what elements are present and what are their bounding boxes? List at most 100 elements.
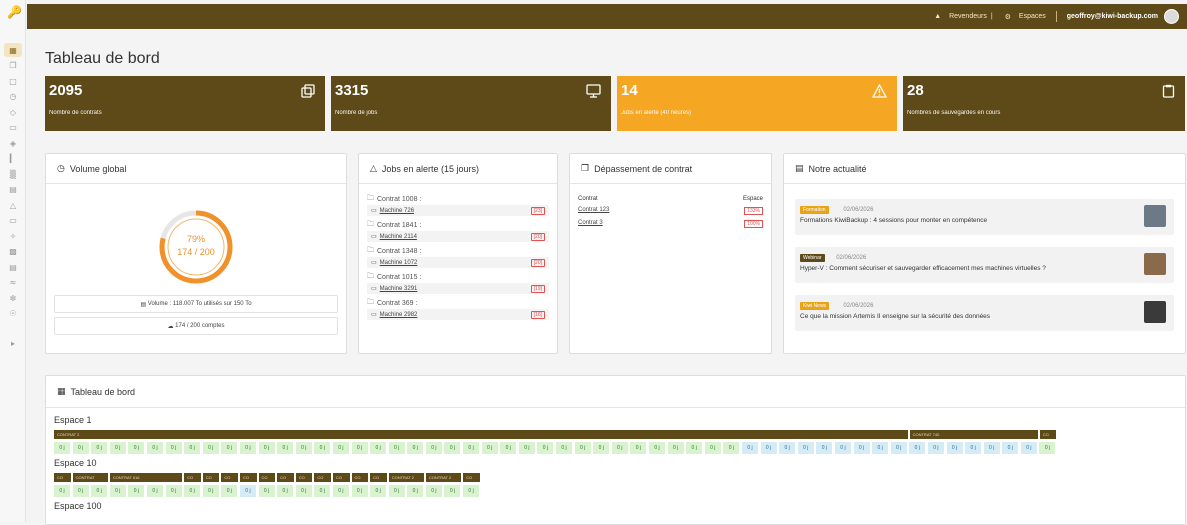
contract-bar[interactable]: CONTRAT: [72, 473, 108, 482]
chart-icon[interactable]: ▎: [4, 152, 22, 166]
machine-link[interactable]: Machine 3291: [380, 286, 418, 292]
contract-bar[interactable]: CO: [370, 473, 387, 482]
history-icon[interactable]: ◷: [4, 90, 22, 104]
job-cell[interactable]: 0 j: [351, 442, 368, 454]
job-cell[interactable]: 0 j: [239, 442, 256, 454]
user-email[interactable]: geoffroy@kiwi-backup.com: [1067, 13, 1158, 20]
job-cell[interactable]: 0 j: [370, 485, 387, 497]
job-cell[interactable]: 0 j: [277, 485, 294, 497]
job-cell[interactable]: 0 j: [481, 442, 498, 454]
alert-machine-row[interactable]: ▭ Machine 2982 [16]: [367, 309, 549, 320]
archive-icon[interactable]: ▩: [4, 245, 22, 259]
doc-icon[interactable]: ▤: [4, 183, 22, 197]
spaces-link[interactable]: ⚙ Espaces: [999, 13, 1046, 21]
alert-machine-row[interactable]: ▭ Machine 2114 [20]: [367, 231, 549, 242]
job-cell[interactable]: 0 j: [816, 442, 833, 454]
job-cell[interactable]: 0 j: [797, 442, 814, 454]
contract-bar[interactable]: CO: [54, 473, 71, 482]
job-cell[interactable]: 0 j: [779, 442, 796, 454]
contract-bar[interactable]: CO: [221, 473, 238, 482]
job-cell[interactable]: 0 j: [1020, 442, 1037, 454]
job-cell[interactable]: 0 j: [444, 485, 461, 497]
job-cell[interactable]: 0 j: [518, 442, 535, 454]
job-cell[interactable]: 0 j: [686, 442, 703, 454]
job-cell[interactable]: 0 j: [1039, 442, 1056, 454]
tag-icon[interactable]: ◇: [4, 105, 22, 119]
job-cell[interactable]: 0 j: [109, 485, 126, 497]
job-cell[interactable]: 0 j: [54, 442, 70, 454]
job-cell[interactable]: 0 j: [909, 442, 926, 454]
alert-machine-row[interactable]: ▭ Machine 3291 [19]: [367, 283, 549, 294]
stat-card-contracts[interactable]: 2095 Nombre de contrats: [45, 76, 325, 131]
job-cell[interactable]: 0 j: [444, 442, 461, 454]
wrench-icon[interactable]: ✧: [4, 229, 22, 243]
stat-card-alerts[interactable]: 14 Jobs en alerte (40 heures): [617, 76, 897, 131]
news-item[interactable]: Kiwi News 02/06/2026 Ce que la mission Art…: [795, 295, 1174, 331]
job-cell[interactable]: 0 j: [221, 442, 238, 454]
job-cell[interactable]: 0 j: [834, 442, 851, 454]
contract-bar[interactable]: CO: [1039, 430, 1057, 439]
stat-card-jobs[interactable]: 3315 Nombre de jobs: [331, 76, 611, 131]
contract-bar[interactable]: CO: [202, 473, 220, 482]
job-cell[interactable]: 0 j: [667, 442, 684, 454]
machine-link[interactable]: Machine 2114: [380, 234, 417, 240]
contract-link[interactable]: Contrat 123: [578, 207, 609, 215]
job-cell[interactable]: 0 j: [332, 442, 349, 454]
job-cell[interactable]: 0 j: [407, 485, 424, 497]
job-cell[interactable]: 0 j: [314, 485, 331, 497]
job-cell[interactable]: 0 j: [593, 442, 610, 454]
kiwi-logo-icon[interactable]: 🔑: [7, 6, 22, 19]
job-cell[interactable]: 0 j: [295, 442, 312, 454]
job-cell[interactable]: 0 j: [983, 442, 1000, 454]
job-cell[interactable]: 0 j: [295, 485, 312, 497]
job-cell[interactable]: 0 j: [649, 442, 665, 454]
machine-link[interactable]: Machine 726: [380, 208, 414, 214]
job-cell[interactable]: 0 j: [202, 442, 219, 454]
contract-bar[interactable]: CO: [332, 473, 350, 482]
job-cell[interactable]: 0 j: [853, 442, 870, 454]
expand-icon[interactable]: ▸: [4, 336, 22, 350]
job-cell[interactable]: 0 j: [146, 442, 163, 454]
job-cell[interactable]: 0 j: [723, 442, 740, 454]
contract-bar[interactable]: CONTRAT 2: [388, 473, 424, 482]
job-cell[interactable]: 0 j: [425, 485, 442, 497]
contract-bar[interactable]: CO: [239, 473, 257, 482]
job-cell[interactable]: 0 j: [463, 485, 480, 497]
copy-icon[interactable]: ❐: [4, 59, 22, 73]
job-cell[interactable]: 0 j: [72, 485, 89, 497]
file-icon[interactable]: □: [4, 74, 22, 88]
job-cell[interactable]: 0 j: [407, 442, 424, 454]
job-cell[interactable]: 0 j: [202, 485, 219, 497]
job-cell[interactable]: 0 j: [741, 442, 758, 454]
users-icon[interactable]: ☉: [4, 307, 22, 321]
job-cell[interactable]: 0 j: [463, 442, 480, 454]
job-cell[interactable]: 0 j: [109, 442, 126, 454]
job-cell[interactable]: 0 j: [537, 442, 554, 454]
contract-bar[interactable]: CO: [351, 473, 369, 482]
job-cell[interactable]: 0 j: [314, 442, 331, 454]
job-cell[interactable]: 0 j: [574, 442, 591, 454]
stat-card-backups[interactable]: 28 Nombres de sauvegardes en cours: [903, 76, 1185, 131]
job-cell[interactable]: 0 j: [72, 442, 89, 454]
contract-bar[interactable]: CO: [184, 473, 201, 482]
layers-icon[interactable]: ◈: [4, 136, 22, 150]
contract-bar[interactable]: CONTRAT 2: [54, 430, 908, 439]
contract-bar[interactable]: CONTRAT 516: [109, 473, 183, 482]
plug-icon[interactable]: ✼: [4, 291, 22, 305]
job-cell[interactable]: 0 j: [425, 442, 442, 454]
machine-link[interactable]: Machine 1072: [380, 260, 418, 266]
job-cell[interactable]: 0 j: [184, 485, 201, 497]
job-cell[interactable]: 0 j: [221, 485, 238, 497]
job-cell[interactable]: 0 j: [165, 485, 182, 497]
job-cell[interactable]: 0 j: [128, 442, 145, 454]
contract-bar[interactable]: CO: [314, 473, 331, 482]
job-cell[interactable]: 0 j: [611, 442, 628, 454]
job-cell[interactable]: 0 j: [165, 442, 182, 454]
job-cell[interactable]: 0 j: [91, 485, 108, 497]
alert-machine-row[interactable]: ▭ Machine 1072 [20]: [367, 257, 549, 268]
job-cell[interactable]: 0 j: [184, 442, 201, 454]
machine-link[interactable]: Machine 2982: [380, 312, 418, 318]
resellers-link[interactable]: ▲ Revendeurs: [928, 13, 987, 20]
news-item[interactable]: Webinar 02/06/2026 Hyper-V : Comment sécur…: [795, 247, 1174, 283]
job-cell[interactable]: 0 j: [277, 442, 294, 454]
